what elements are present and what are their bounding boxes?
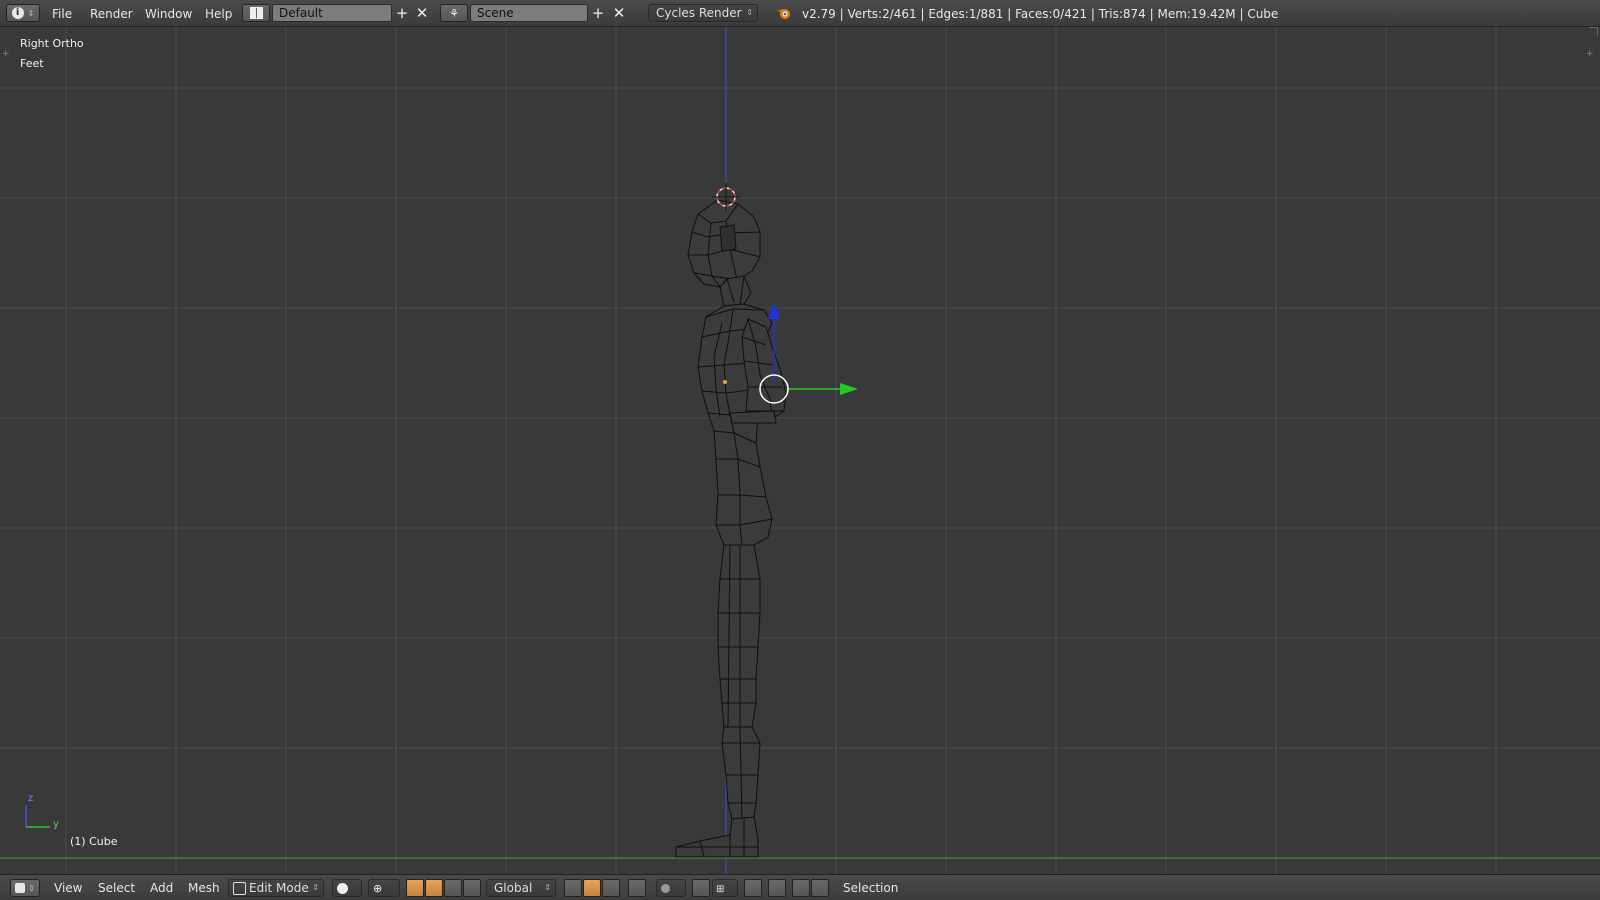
translate-manipulator-icon[interactable]: [425, 879, 443, 897]
mode-label: Edit Mode: [249, 881, 309, 895]
floor-grid: [0, 27, 1600, 874]
snap-element-dropdown[interactable]: ⊞: [712, 879, 738, 897]
delete-scene-icon[interactable]: ✕: [611, 4, 627, 22]
scene-browse-button[interactable]: ⚘: [440, 4, 468, 22]
editor-type-button[interactable]: i ⇕: [6, 4, 40, 22]
menu-render[interactable]: Render: [90, 7, 133, 21]
vertex-select-icon[interactable]: [564, 879, 582, 897]
manipulator-z-arrow[interactable]: [768, 302, 780, 319]
menu-view[interactable]: View: [54, 881, 82, 895]
face-select-icon[interactable]: [602, 879, 620, 897]
screen-layout-field[interactable]: Default: [272, 4, 392, 22]
info-icon: i: [11, 7, 24, 19]
add-scene-icon[interactable]: +: [590, 4, 606, 22]
limit-selection-visible-icon[interactable]: [628, 879, 646, 897]
chevron-updown-icon: ⇕: [27, 8, 35, 18]
object-label: (1) Cube: [70, 835, 118, 848]
pivot-point-icon: ⊕: [373, 882, 383, 895]
axis-y-label: y: [53, 819, 59, 830]
orientation-label: Global: [494, 881, 533, 895]
scene-icon: ⚘: [449, 6, 459, 20]
opengl-render-animation-icon[interactable]: [811, 879, 829, 897]
render-engine-dropdown[interactable]: Cycles Render ⇕: [648, 4, 758, 22]
edit-mode-icon: [233, 882, 246, 895]
view-name: Right Ortho: [20, 37, 84, 50]
info-header: i ⇕ File Render Window Help Default + ✕ …: [0, 0, 1600, 27]
edge-select-icon[interactable]: [583, 879, 601, 897]
area-split-handle-icon[interactable]: [1589, 27, 1598, 36]
rotate-manipulator-icon[interactable]: [444, 879, 462, 897]
selected-vertex[interactable]: [723, 380, 727, 384]
chevron-updown-icon: ⇕: [746, 8, 753, 17]
add-screen-icon[interactable]: +: [394, 4, 410, 22]
region-toggle-right-icon[interactable]: +: [1586, 49, 1596, 59]
viewport-shading-dropdown[interactable]: [332, 879, 362, 897]
pivot-point-dropdown[interactable]: ⊕: [368, 879, 400, 897]
snap-align-icon[interactable]: [768, 879, 786, 897]
axis-z-label: z: [28, 793, 34, 804]
scale-manipulator-icon[interactable]: [463, 879, 481, 897]
unit-label: Feet: [20, 57, 44, 70]
editor-type-button[interactable]: ⇕: [10, 879, 40, 897]
falloff-icon[interactable]: [692, 879, 710, 897]
menu-mesh[interactable]: Mesh: [188, 881, 220, 895]
mode-dropdown[interactable]: Edit Mode ⇕: [228, 879, 324, 897]
selection-label[interactable]: Selection: [843, 881, 898, 895]
translate-manipulator-toggle[interactable]: [406, 879, 424, 897]
chevron-updown-icon: ⇕: [544, 883, 551, 892]
menu-file[interactable]: File: [52, 7, 72, 21]
screen-layout-icon: [249, 7, 263, 19]
menu-select[interactable]: Select: [98, 881, 135, 895]
solid-shading-icon: [337, 883, 348, 894]
3d-view-icon: [15, 883, 26, 893]
render-preview-icon[interactable]: [792, 879, 810, 897]
blender-logo-icon: [776, 6, 792, 20]
proportional-editing-icon: [661, 884, 670, 893]
screen-layout-browse-button[interactable]: [242, 4, 270, 22]
scene-statistics: v2.79 | Verts:2/461 | Edges:1/881 | Face…: [802, 7, 1279, 21]
region-toggle-left-icon[interactable]: +: [2, 49, 12, 59]
scene-field[interactable]: Scene: [470, 4, 588, 22]
delete-screen-icon[interactable]: ✕: [414, 4, 430, 22]
menu-add[interactable]: Add: [150, 881, 173, 895]
snap-target-icon[interactable]: [744, 879, 762, 897]
menu-help[interactable]: Help: [205, 7, 232, 21]
proportional-editing-dropdown[interactable]: [656, 879, 686, 897]
menu-window[interactable]: Window: [145, 7, 192, 21]
chevron-updown-icon: ⇕: [28, 883, 35, 893]
manipulator-y-arrow[interactable]: [840, 383, 858, 395]
chevron-updown-icon: ⇕: [312, 883, 319, 892]
view-axis-widget: [25, 805, 50, 828]
render-engine-label: Cycles Render: [656, 6, 742, 20]
3d-viewport[interactable]: Right Ortho Feet z y (1) Cube + +: [0, 27, 1600, 874]
viewport-canvas[interactable]: [0, 27, 1600, 874]
3d-view-header: ⇕ View Select Add Mesh Edit Mode ⇕ ⊕ Glo…: [0, 874, 1600, 900]
snap-icon: ⊞: [716, 884, 725, 895]
transform-orientation-dropdown[interactable]: Global ⇕: [486, 879, 556, 897]
